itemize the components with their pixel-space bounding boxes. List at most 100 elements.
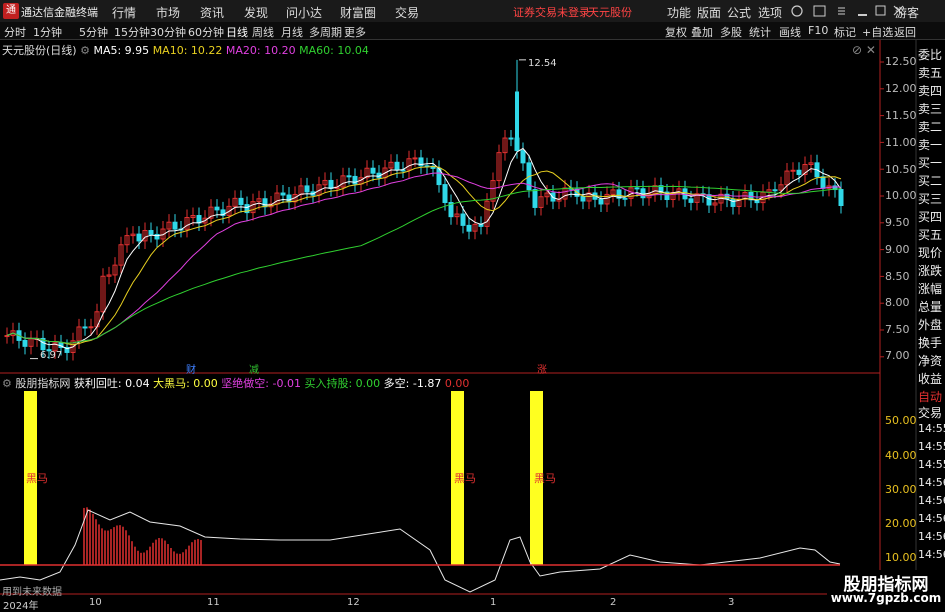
quote-label: 买二 [918, 174, 943, 188]
quote-label: 买四 [918, 210, 943, 224]
tick-time: 14:56 [918, 548, 945, 561]
tick-time: 14:55 [918, 458, 945, 471]
menu-gongshi[interactable]: 公式 [727, 4, 751, 21]
tab-more[interactable]: 更多 [344, 24, 366, 40]
menu-zixun[interactable]: 资讯 [200, 4, 224, 21]
candle-body [790, 169, 796, 172]
fuquan-button[interactable]: 复权 [665, 24, 687, 40]
candle-body [730, 198, 736, 207]
draw-line-button[interactable]: 画线 [779, 24, 801, 40]
menu-shichang[interactable]: 市场 [156, 4, 180, 21]
event-tag-finance[interactable]: 财 [186, 361, 196, 376]
candle-body [796, 169, 802, 175]
candle-body [148, 230, 154, 235]
menu-xuanxiang[interactable]: 选项 [758, 4, 782, 21]
quote-label: 涨跌 [918, 264, 943, 278]
indicator-tick: 40.00 [885, 449, 917, 462]
candle-body [88, 326, 94, 329]
tab-5min[interactable]: 5分钟 [79, 24, 108, 40]
event-tag-rise[interactable]: 涨 [537, 361, 547, 376]
candle-body [466, 224, 472, 232]
menu-wenxiaoda[interactable]: 问小达 [286, 4, 322, 21]
tab-monthly[interactable]: 月线 [281, 24, 303, 40]
low-price-label: 6.97 [40, 350, 63, 361]
tab-60min[interactable]: 60分钟 [188, 24, 224, 40]
quote-label: 卖三 [918, 102, 943, 116]
candle-body [838, 189, 844, 207]
quote-label: 买五 [918, 228, 943, 242]
tab-daily[interactable]: 日线 [226, 24, 248, 40]
guest-label[interactable]: 游客 [895, 4, 919, 21]
tab-fenshi[interactable]: 分时 [4, 24, 26, 40]
heima-label: 黑马 [26, 472, 48, 485]
watermark-url: www.7gpzb.com [830, 591, 942, 605]
mark-button[interactable]: 标记 [834, 24, 856, 40]
candle-body [442, 184, 448, 204]
trade-label[interactable]: 交易 [918, 404, 945, 421]
time-tick: 1 [490, 597, 497, 608]
candle-body [214, 206, 220, 211]
indicator-settings-icon[interactable]: ⚙ [2, 377, 12, 390]
ma5-line [6, 147, 842, 350]
indicator-legend: ⚙ 股朋指标网 获利回吐: 0.04 大黑马: 0.00 坚绝做空: -0.01… [2, 375, 469, 391]
quote-label: 卖五 [918, 66, 943, 80]
candle-body [394, 161, 400, 171]
candle-body [640, 188, 646, 199]
price-tick: 11.00 [885, 136, 917, 149]
quote-label: 现价 [918, 246, 943, 260]
indicator-name[interactable]: 股朋指标网 [15, 377, 70, 390]
tick-time: 14:56 [918, 494, 945, 507]
candle-body [22, 339, 28, 347]
candle-body [508, 137, 514, 140]
period-toolbar: 分时 1分钟 5分钟 15分钟 30分钟 60分钟 日线 周线 月线 多周期 更… [0, 22, 945, 40]
tab-1min[interactable]: 1分钟 [33, 24, 62, 40]
overlay-button[interactable]: 叠加 [691, 24, 713, 40]
kline-chart[interactable] [0, 40, 945, 609]
event-tag-reduce[interactable]: 减 [249, 361, 259, 376]
menu-faxian[interactable]: 发现 [244, 4, 268, 21]
candle-body [515, 91, 519, 148]
tab-multiperiod[interactable]: 多周期 [309, 24, 342, 40]
candle-body [520, 150, 526, 164]
candle-body [532, 189, 538, 208]
ma60-line [6, 185, 842, 344]
back-button[interactable]: 返回 [894, 24, 916, 40]
tab-weekly[interactable]: 周线 [252, 24, 274, 40]
candle-body [4, 335, 10, 338]
high-price-label: 12.54 [528, 58, 557, 69]
candle-body [346, 175, 352, 178]
time-tick: 10 [89, 597, 102, 608]
list-icon [838, 7, 845, 15]
price-tick: 8.50 [885, 270, 910, 283]
stats-button[interactable]: 统计 [749, 24, 771, 40]
menu-gongneng[interactable]: 功能 [667, 4, 691, 21]
price-tick: 9.00 [885, 243, 910, 256]
multi-stock-button[interactable]: 多股 [720, 24, 742, 40]
title-bar: 通 通达信金融终端 行情 市场 资讯 发现 问小达 财富圈 交易 证券交易未登录… [0, 0, 945, 23]
candle-body [82, 326, 88, 329]
price-tick: 12.00 [885, 82, 917, 95]
candle-body [196, 215, 202, 224]
indicator-tick: 30.00 [885, 483, 917, 496]
minimize-icon [858, 14, 867, 16]
login-warning[interactable]: 证券交易未登录 [513, 4, 590, 20]
time-tick: 2024年 [3, 601, 39, 612]
menu-hangqing[interactable]: 行情 [112, 4, 136, 21]
candle-body [772, 189, 778, 192]
menu-caifuquan[interactable]: 财富圈 [340, 4, 376, 21]
candle-body [286, 194, 292, 203]
f10-button[interactable]: F10 [808, 24, 828, 37]
menu-banmian[interactable]: 版面 [697, 4, 721, 21]
add-watchlist-button[interactable]: +自选 [862, 24, 893, 40]
price-tick: 10.50 [885, 163, 917, 176]
tab-15min[interactable]: 15分钟 [114, 24, 150, 40]
auto-trade-label[interactable]: 自动 [918, 388, 945, 405]
quote-label: 买一 [918, 156, 943, 170]
price-tick: 7.50 [885, 323, 910, 336]
watermark: 股朋指标网 www.7gpzb.com [827, 570, 945, 609]
candle-body [412, 157, 418, 160]
candle-body [328, 179, 334, 189]
tab-30min[interactable]: 30分钟 [150, 24, 186, 40]
indicator-tick: 50.00 [885, 414, 917, 427]
menu-jiaoyi[interactable]: 交易 [395, 4, 419, 21]
